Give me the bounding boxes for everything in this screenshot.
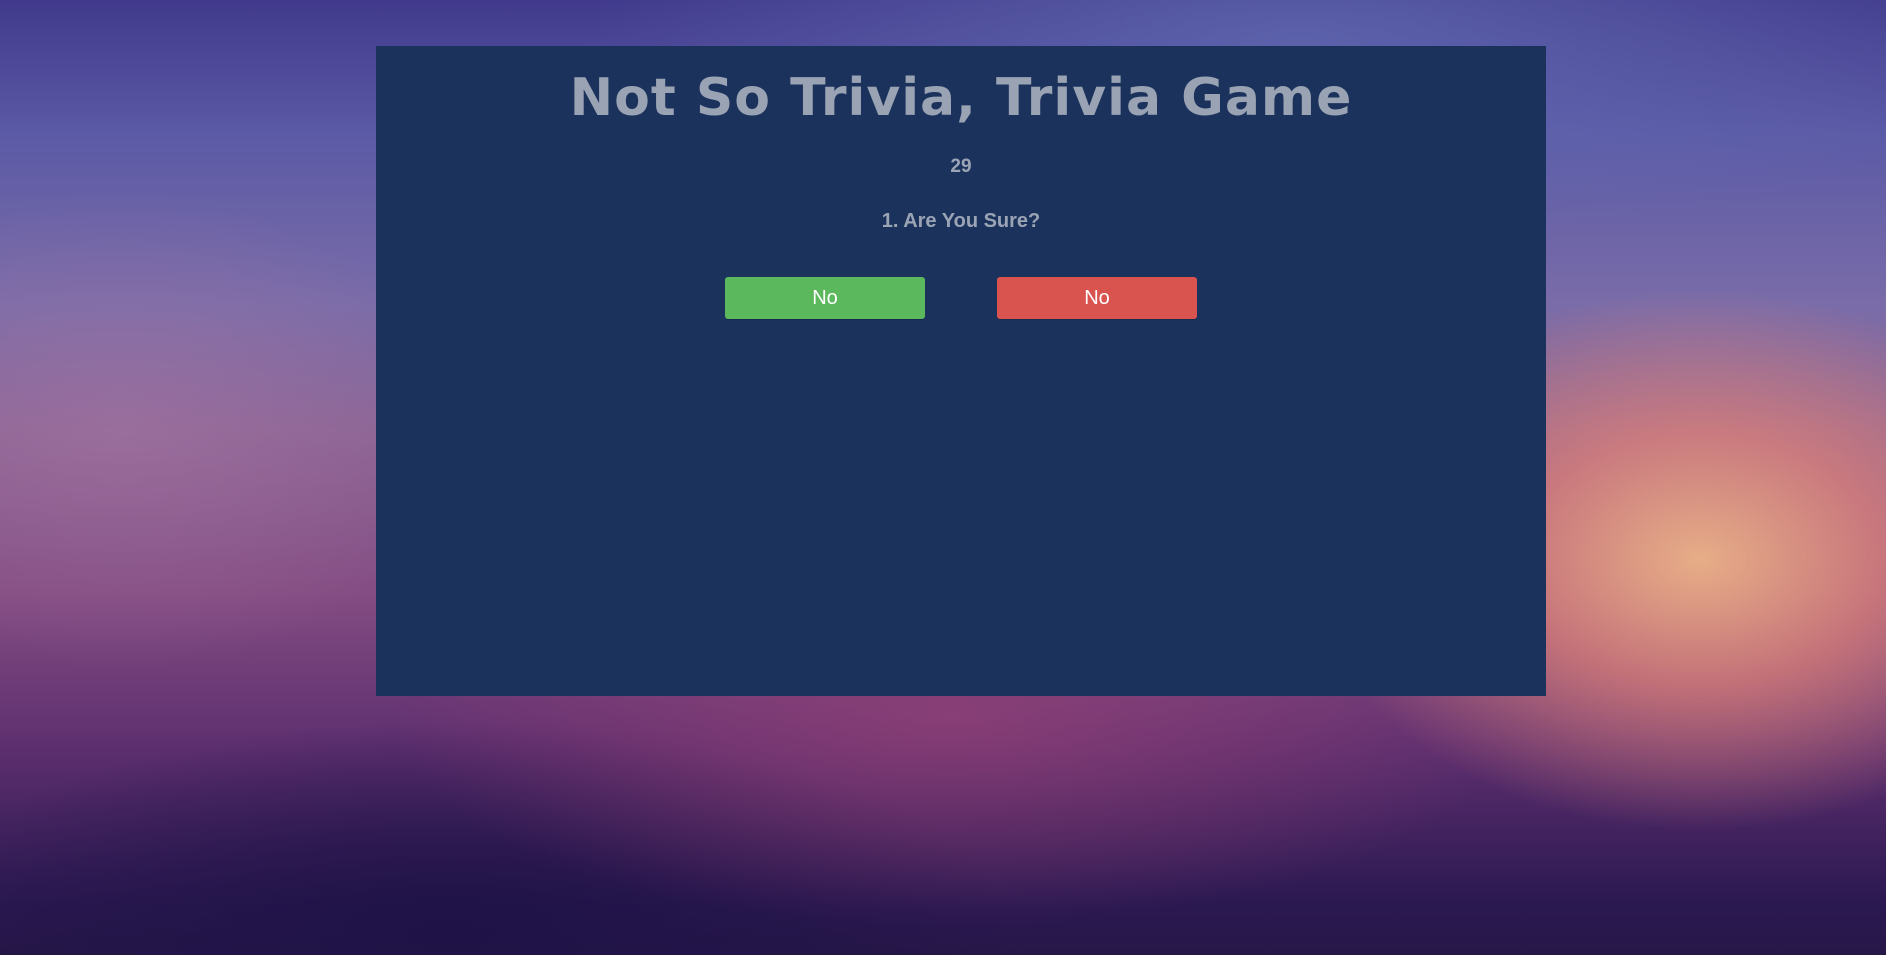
answer-button-1[interactable]: No <box>725 277 925 319</box>
countdown-timer: 29 <box>950 156 972 177</box>
answer-options: No No <box>376 277 1546 320</box>
game-panel: Not So Trivia, Trivia Game 29 1. Are You… <box>376 46 1546 696</box>
question-text: 1. Are You Sure? <box>881 210 1041 232</box>
answer-button-2[interactable]: No <box>997 277 1197 319</box>
game-title: Not So Trivia, Trivia Game <box>569 68 1353 128</box>
